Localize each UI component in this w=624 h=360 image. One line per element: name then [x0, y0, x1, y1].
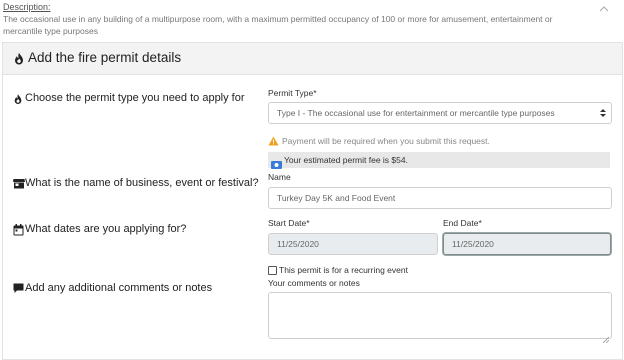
description-label: Description:	[3, 2, 51, 12]
description-text: The occasional use in any building of a …	[3, 14, 553, 36]
question-business-name-text: What is the name of business, event or f…	[25, 177, 259, 189]
comment-icon	[13, 283, 25, 295]
question-permit-type-text: Choose the permit type you need to apply…	[25, 92, 245, 104]
recurring-checkbox[interactable]	[268, 266, 277, 275]
payment-warning-text: Payment will be required when you submit…	[282, 136, 490, 146]
question-dates-text: What dates are you applying for?	[25, 223, 187, 235]
start-date-label: Start Date*	[268, 218, 310, 228]
calendar-icon	[13, 224, 25, 236]
end-date-input[interactable]: 11/25/2020	[443, 233, 611, 255]
end-date-value: 11/25/2020	[452, 239, 494, 249]
name-input[interactable]: Turkey Day 5K and Food Event	[268, 187, 612, 209]
description-section: Description: The occasional use in any b…	[0, 0, 624, 40]
permit-type-selected-value: Type I - The occasional use for entertai…	[277, 108, 555, 118]
warning-icon	[268, 136, 279, 146]
end-date-label: End Date*	[443, 218, 482, 228]
chevron-up-icon[interactable]	[598, 4, 610, 16]
permit-type-select[interactable]: Type I - The occasional use for entertai…	[268, 102, 612, 124]
name-label: Name	[268, 172, 291, 182]
money-icon	[271, 156, 282, 169]
permit-type-label: Permit Type*	[268, 88, 317, 98]
panel-title: Add the fire permit details	[28, 50, 182, 65]
fee-notice-text: Your estimated permit fee is $54.	[284, 155, 408, 165]
start-date-value: 11/25/2020	[277, 239, 319, 249]
fee-notice: Your estimated permit fee is $54.	[268, 152, 610, 169]
resize-grip-icon[interactable]	[602, 330, 610, 344]
name-input-value: Turkey Day 5K and Food Event	[277, 193, 396, 203]
fire-icon	[13, 52, 25, 65]
select-arrows-icon	[599, 106, 607, 118]
store-icon	[13, 178, 25, 190]
recurring-checkbox-label: This permit is for a recurring event	[279, 265, 408, 275]
comments-label: Your comments or notes	[268, 278, 360, 288]
start-date-input[interactable]: 11/25/2020	[268, 233, 438, 255]
fire-icon	[13, 93, 25, 105]
panel-header: Add the fire permit details	[3, 43, 622, 75]
comments-textarea[interactable]	[268, 292, 612, 344]
question-comments-text: Add any additional comments or notes	[25, 282, 213, 294]
